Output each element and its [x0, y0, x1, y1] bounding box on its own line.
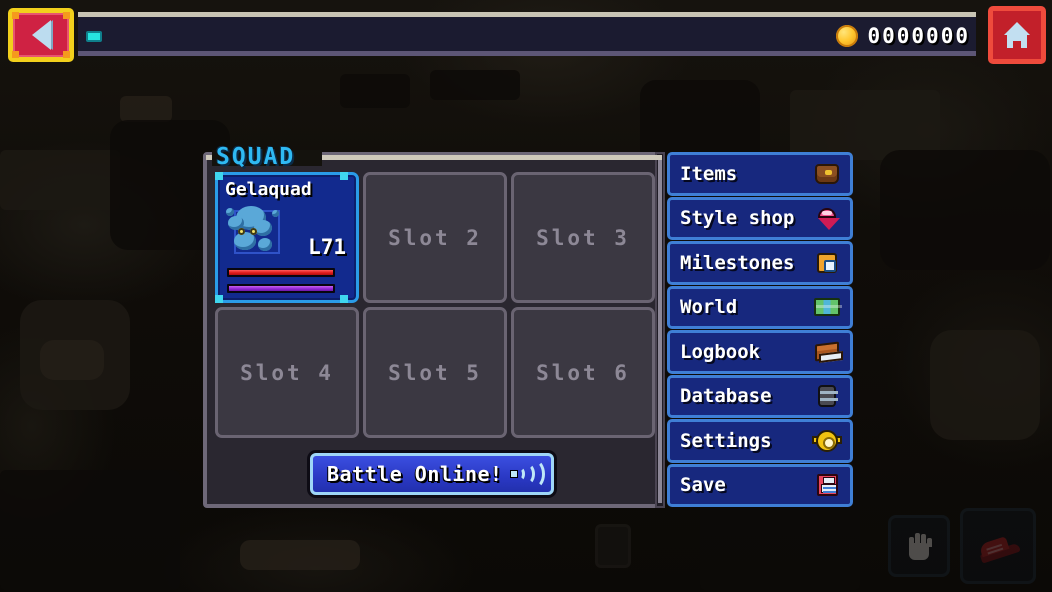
- book-icon: [812, 338, 842, 366]
- menu-item-settings[interactable]: Settings: [667, 419, 853, 463]
- wifi-signal-icon: [509, 459, 545, 489]
- menu-item-label: Style shop: [680, 207, 795, 230]
- menu-item-database[interactable]: Database: [667, 374, 853, 418]
- monster-hp-bar: [227, 268, 335, 277]
- gem-icon: [812, 204, 842, 232]
- gear-icon: [812, 427, 842, 455]
- bag-icon: [812, 160, 842, 188]
- home-button[interactable]: [988, 6, 1046, 64]
- menu-item-save[interactable]: Save: [667, 463, 853, 507]
- squad-slot-2[interactable]: Slot 2: [363, 172, 507, 303]
- squad-slot-label: Slot 5: [388, 360, 482, 385]
- menu-item-label: Save: [680, 474, 726, 497]
- menu-item-items[interactable]: Items: [667, 152, 853, 196]
- squad-panel: Gelaquad L71 Slot 2 Slot 3 Slot 4 Slot 5…: [203, 152, 661, 508]
- inventory-hint-box: [595, 524, 631, 568]
- menu-item-label: Items: [680, 162, 738, 185]
- squad-slot-6[interactable]: Slot 6: [511, 307, 655, 438]
- floppy-disk-icon: [812, 471, 842, 499]
- grab-button[interactable]: [888, 515, 950, 577]
- menu-item-style-shop[interactable]: Style shop: [667, 196, 853, 240]
- menu-scrollbar[interactable]: [655, 152, 665, 508]
- currency-display: 0000000: [836, 24, 970, 48]
- menu-item-milestones[interactable]: Milestones: [667, 241, 853, 285]
- home-icon: [1002, 22, 1032, 48]
- main-menu-panel: Items Style shop Milestones World Logboo…: [655, 152, 853, 508]
- monster-name: Gelaquad: [225, 179, 312, 200]
- menu-list: Items Style shop Milestones World Logboo…: [667, 152, 853, 508]
- progress-pip-icon: [86, 31, 102, 42]
- coin-amount: 0000000: [867, 24, 970, 48]
- gelaquad-sprite: [224, 202, 286, 260]
- running-shoe-icon: [975, 528, 1021, 564]
- menu-item-label: Logbook: [680, 340, 761, 363]
- squad-slot-label: Slot 3: [536, 225, 630, 250]
- menu-item-label: Milestones: [680, 251, 795, 274]
- arrow-left-icon: [31, 20, 51, 50]
- menu-item-label: World: [680, 296, 738, 319]
- monster-mp-bar: [227, 284, 335, 293]
- menu-item-label: Settings: [680, 429, 772, 452]
- coin-icon: [836, 25, 859, 47]
- squad-slot-5[interactable]: Slot 5: [363, 307, 507, 438]
- menu-scrollbar-thumb[interactable]: [658, 155, 662, 503]
- top-bar: 0000000: [0, 0, 1052, 66]
- battle-online-label: Battle Online!: [327, 462, 503, 486]
- database-icon: [812, 382, 842, 410]
- squad-slot-grid: Gelaquad L71 Slot 2 Slot 3 Slot 4 Slot 5…: [215, 172, 655, 438]
- monster-level: L71: [308, 235, 346, 259]
- dash-button[interactable]: [960, 508, 1036, 584]
- squad-slot-label: Slot 4: [240, 360, 334, 385]
- game-screen: 0000000 SQUAD Gelaquad L71 Slot 2 Slot 3…: [0, 0, 1052, 592]
- menu-item-logbook[interactable]: Logbook: [667, 330, 853, 374]
- back-button[interactable]: [8, 8, 74, 62]
- squad-title: SQUAD: [216, 144, 296, 170]
- squad-slot-label: Slot 6: [536, 360, 630, 385]
- squad-slot-3[interactable]: Slot 3: [511, 172, 655, 303]
- squad-slot-4[interactable]: Slot 4: [215, 307, 359, 438]
- medal-icon: [812, 249, 842, 277]
- battle-online-button[interactable]: Battle Online!: [310, 453, 554, 495]
- squad-slot-label: Slot 2: [388, 225, 482, 250]
- menu-item-label: Database: [680, 385, 772, 408]
- map-icon: [812, 293, 842, 321]
- squad-slot-1[interactable]: Gelaquad L71: [215, 172, 359, 303]
- menu-item-world[interactable]: World: [667, 285, 853, 329]
- hand-icon: [906, 532, 932, 560]
